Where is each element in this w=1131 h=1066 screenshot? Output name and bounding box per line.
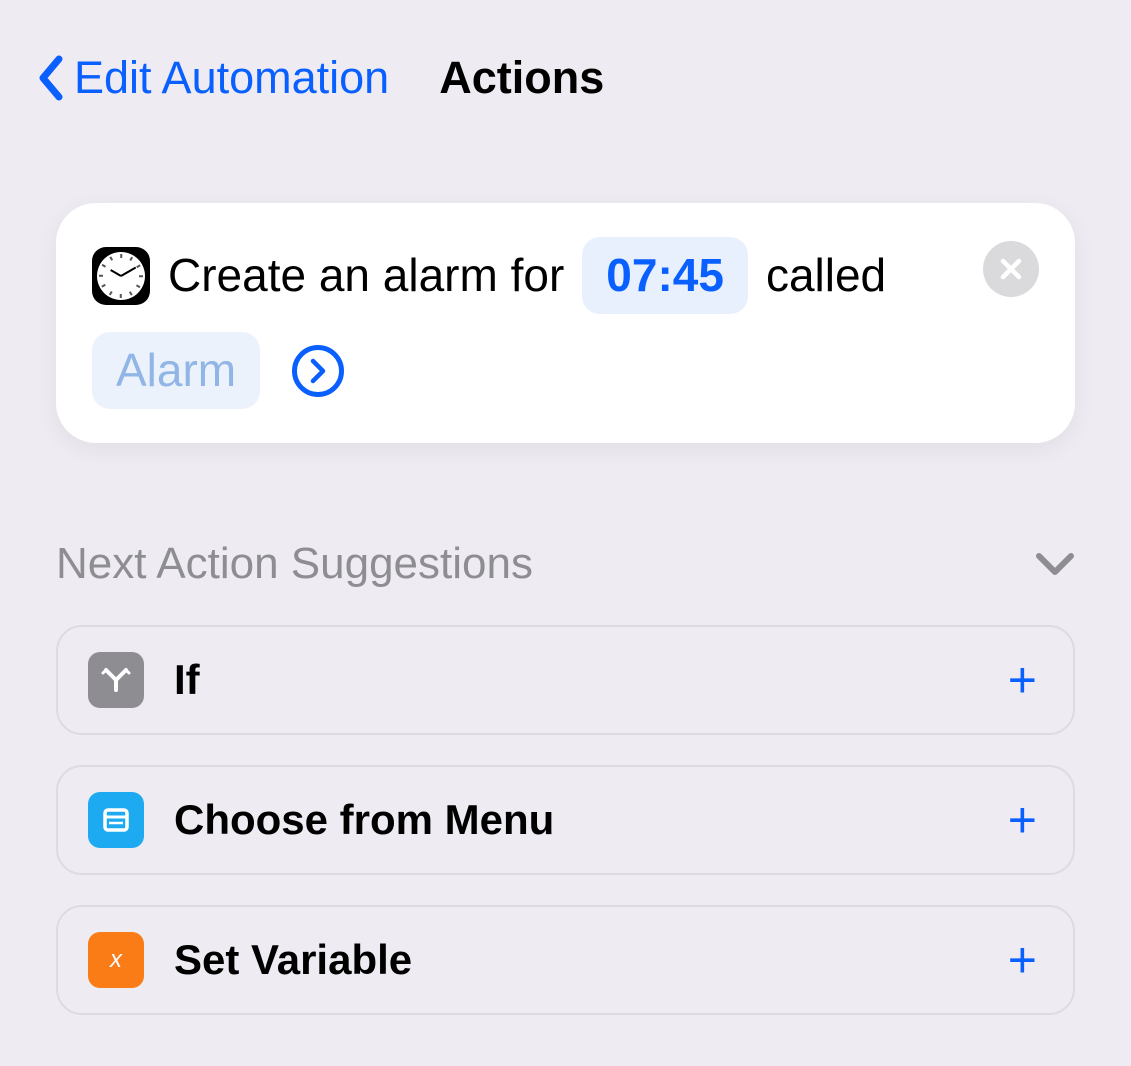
suggestion-choose-from-menu[interactable]: Choose from Menu + [56,765,1075,875]
action-text-prefix: Create an alarm for [168,241,564,310]
action-content: Create an alarm for 07:45 called Alarm [92,237,1039,409]
expand-action-button[interactable] [292,345,344,397]
name-parameter[interactable]: Alarm [92,332,260,409]
suggestion-label: Set Variable [174,936,978,984]
back-chevron-icon[interactable] [30,50,70,105]
action-card: Create an alarm for 07:45 called Alarm [56,203,1075,443]
action-text-middle: called [766,241,886,310]
add-button[interactable]: + [1008,931,1043,989]
delete-action-button[interactable] [983,241,1039,297]
variable-icon: x [88,932,144,988]
suggestion-set-variable[interactable]: x Set Variable + [56,905,1075,1015]
suggestion-label: Choose from Menu [174,796,978,844]
suggestion-if[interactable]: If + [56,625,1075,735]
svg-text:x: x [109,946,123,973]
clock-app-icon [92,247,150,305]
back-button[interactable]: Edit Automation [74,52,389,104]
add-button[interactable]: + [1008,651,1043,709]
page-title: Actions [439,52,604,104]
suggestions-title: Next Action Suggestions [56,539,533,589]
time-parameter[interactable]: 07:45 [582,237,748,314]
menu-icon [88,792,144,848]
chevron-down-icon[interactable] [1035,551,1075,577]
suggestion-label: If [174,656,978,704]
branch-icon [88,652,144,708]
suggestions-header: Next Action Suggestions [56,539,1075,589]
nav-header: Edit Automation Actions [0,0,1131,145]
add-button[interactable]: + [1008,791,1043,849]
